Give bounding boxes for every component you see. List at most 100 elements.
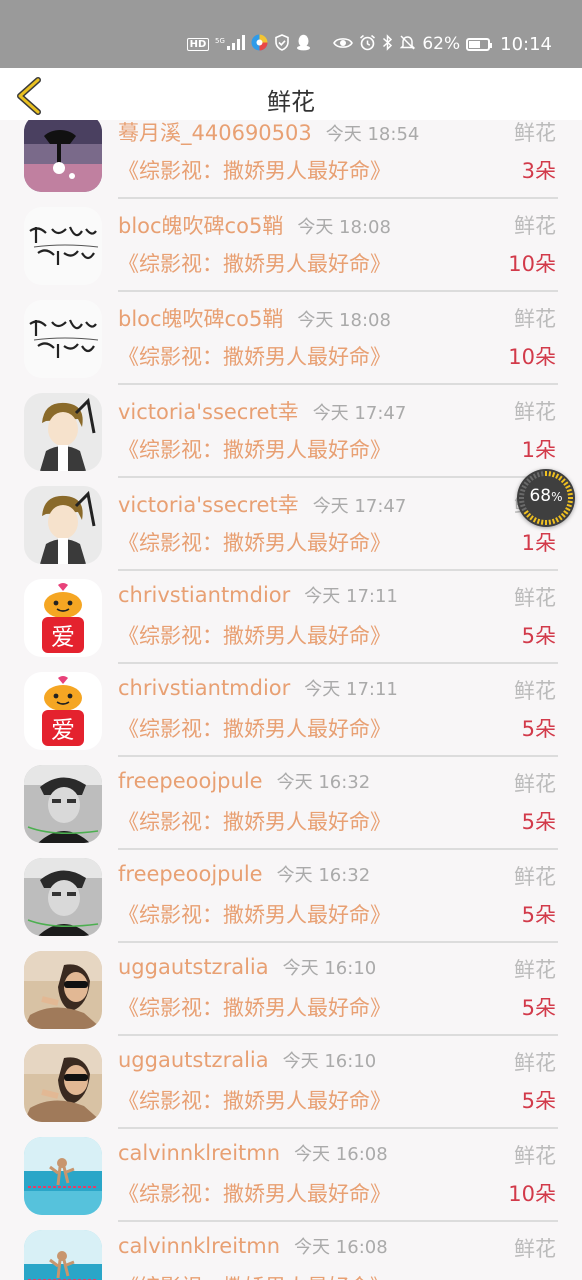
progress-segment [558,515,563,521]
avatar[interactable] [24,858,102,936]
list-item[interactable]: freepeoojpule 今天 16:32 鲜花《综影视：撒娇男人最好命》 5朵 [0,841,582,943]
list-item[interactable]: 蓦月溪_440690503 今天 18:54 鲜花 《综影视：撒娇男人最好命》 3朵 [0,120,582,199]
progress-segment [536,518,541,524]
flower-count: 5朵 [521,717,556,741]
flower-count: 5朵 [521,996,556,1020]
avatar-image: 爱 [24,579,102,657]
avatar[interactable] [24,486,102,564]
flower-count: 1朵 [521,531,556,555]
book-title-link[interactable]: 《综影视：撒娇男人最好命》 [118,1271,391,1280]
timestamp: 今天 17:11 [304,679,398,700]
book-title-link[interactable]: 《综影视：撒娇男人最好命》 [118,155,391,185]
flower-count: 5朵 [521,903,556,927]
book-title-link[interactable]: 《综影视：撒娇男人最好命》 [118,713,391,743]
book-title-link[interactable]: 《综影视：撒娇男人最好命》 [118,806,391,836]
status-bar: HD 5G 62% 10:14 [0,0,582,68]
mute-icon [399,34,416,54]
user-name[interactable]: 蓦月溪_440690503 [118,121,312,145]
flower-list[interactable]: 蓦月溪_440690503 今天 18:54 鲜花 《综影视：撒娇男人最好命》 3朵 bl… [0,120,582,1280]
progress-segment [565,507,571,512]
svg-text:5G: 5G [215,37,225,45]
list-item[interactable]: victoria'ssecret幸今天 17:47鲜花《综影视：撒娇男人最好命》… [0,376,582,478]
book-title-link[interactable]: 《综影视：撒娇男人最好命》 [118,620,391,650]
flower-count: 10朵 [508,252,556,276]
list-item[interactable]: calvinnklreitmn 今天 16:08 鲜花 《综影视：撒娇男人最好命》 10… [0,1120,582,1222]
progress-segment [560,478,566,484]
list-item[interactable]: freepeoojpule 今天 16:32 鲜花 《综影视：撒娇男人最好命》 5朵 [0,748,582,850]
progress-segment [563,481,569,486]
avatar[interactable]: 爱 [24,672,102,750]
list-item[interactable]: uggautstzralia 今天 16:10 鲜花 《综影视：撒娇男人最好命》 5朵 [0,1027,582,1129]
user-name[interactable]: freepeoojpule [118,769,263,793]
timestamp: 今天 16:10 [282,1051,377,1072]
user-name[interactable]: uggautstzralia [118,955,269,979]
list-item[interactable]: 爱 chrivstiantmdior 今天 17:11 鲜花 《综影视：撒娇男人最好命》… [0,655,582,757]
flower-count: 5朵 [521,1089,556,1113]
book-title-link[interactable]: 《综影视：撒娇男人最好命》 [118,434,391,464]
progress-segment [532,473,537,479]
book-title-link[interactable]: 《综影视：撒娇男人最好命》 [118,899,391,929]
progress-segment [521,507,527,512]
shield-icon [274,34,290,54]
avatar[interactable] [24,393,102,471]
list-item[interactable]: 爱 chrivstiantmdior 今天 17:11 鲜花 《综影视：撒娇男人最好命》… [0,562,582,664]
name-line: uggautstzralia 今天 16:10 [118,954,376,980]
user-name[interactable]: uggautstzralia [118,1048,269,1072]
list-item[interactable]: bloc魄吹碑co5鞘 今天 18:08 鲜花 《综影视：撒娇男人最好命》 10朵 [0,283,582,385]
book-title-link[interactable]: 《综影视：撒娇男人最好命》 [118,341,391,371]
list-item[interactable]: uggautstzralia 今天 16:10 鲜花 《综影视：撒娇男人最好命》 5朵 [0,934,582,1036]
gift-type-label: 鲜花 [514,1144,556,1168]
book-title-link[interactable]: 《综影视：撒娇男人最好命》 [118,992,391,1022]
user-name[interactable]: calvinnklreitmn [118,1234,280,1258]
list-item[interactable]: victoria'ssecret幸今天 17:47鲜花《综影视：撒娇男人最好命》… [0,469,582,571]
timestamp: 今天 16:08 [294,1237,388,1258]
avatar[interactable] [24,1230,102,1280]
timestamp: 今天 18:08 [297,310,391,331]
user-name[interactable]: victoria'ssecret幸 [118,400,299,424]
avatar-image [24,300,102,378]
user-name[interactable]: victoria'ssecret幸 [118,493,299,517]
avatar[interactable] [24,300,102,378]
name-line: calvinnklreitmn 今天 16:08 [118,1233,388,1259]
avatar[interactable] [24,765,102,843]
name-line: freepeoojpule 今天 16:32 [118,861,370,887]
gift-type-label: 鲜花 [514,865,556,889]
progress-segment [536,472,541,478]
timestamp: 今天 17:47 [312,403,407,424]
floating-progress-button[interactable]: 68% [517,469,575,527]
flower-count: 1朵 [521,438,556,462]
avatar-image [24,1230,102,1280]
avatar[interactable] [24,1137,102,1215]
battery-fill [469,40,481,48]
svg-text:爱: 爱 [51,623,75,651]
book-title-link[interactable]: 《综影视：撒娇男人最好命》 [118,248,391,278]
progress-segment [532,517,537,523]
user-name[interactable]: freepeoojpule [118,862,263,886]
avatar-image: 爱 [24,672,102,750]
avatar-image [24,951,102,1029]
name-line: chrivstiantmdior 今天 17:11 [118,582,398,608]
book-title-link[interactable]: 《综影视：撒娇男人最好命》 [118,1085,391,1115]
book-title-link[interactable]: 《综影视：撒娇男人最好命》 [118,527,391,557]
avatar[interactable] [24,120,102,192]
list-item[interactable]: bloc魄吹碑co5鞘 今天 18:08 鲜花 《综影视：撒娇男人最好命》 10朵 [0,190,582,292]
user-name[interactable]: calvinnklreitmn [118,1141,280,1165]
clock: 10:14 [500,33,552,55]
alarm-icon [359,34,376,54]
list-item[interactable]: calvinnklreitmn 今天 16:08 鲜花《综影视：撒娇男人最好命》 [0,1213,582,1280]
gift-type-label: 鲜花 [514,772,556,796]
user-name[interactable]: chrivstiantmdior [118,583,290,607]
name-line: chrivstiantmdior 今天 17:11 [118,675,398,701]
timestamp: 今天 16:10 [282,958,377,979]
avatar[interactable]: 爱 [24,579,102,657]
user-name[interactable]: bloc魄吹碑co5鞘 [118,214,283,238]
avatar[interactable] [24,207,102,285]
avatar[interactable] [24,1044,102,1122]
progress-segment [558,475,563,481]
eye-icon [333,36,354,53]
avatar[interactable] [24,951,102,1029]
book-title-link[interactable]: 《综影视：撒娇男人最好命》 [118,1178,391,1208]
nav-bar: 鲜花 [0,68,582,120]
user-name[interactable]: chrivstiantmdior [118,676,290,700]
user-name[interactable]: bloc魄吹碑co5鞘 [118,307,283,331]
